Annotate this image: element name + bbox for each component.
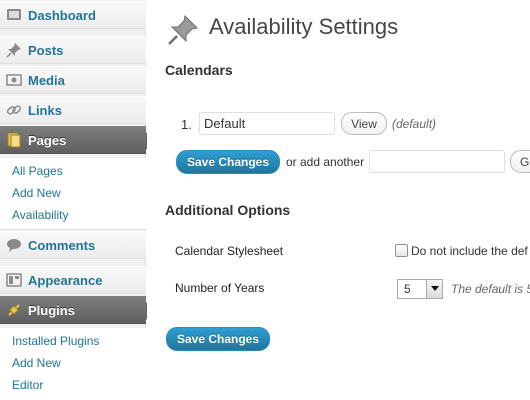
stylesheet-checkbox[interactable] <box>395 244 408 257</box>
menu-links-label: Links <box>28 102 62 118</box>
save-changes-button-bottom[interactable]: Save Changes <box>166 327 270 351</box>
submenu-installed-plugins[interactable]: Installed Plugins <box>0 330 146 352</box>
calendar-number: 1. <box>181 117 192 132</box>
go-button[interactable]: G <box>510 150 530 173</box>
additional-options-heading: Additional Options <box>165 202 291 218</box>
menu-posts[interactable]: Posts <box>0 36 146 64</box>
menu-appearance-label: Appearance <box>28 272 103 288</box>
main-content: Availability Settings Calendars 1. View … <box>147 0 530 400</box>
menu-dashboard-label: Dashboard <box>28 7 96 23</box>
chevron-down-icon <box>426 280 442 298</box>
media-icon <box>6 72 22 88</box>
default-note: (default) <box>392 117 437 131</box>
appearance-icon <box>6 272 22 288</box>
pushpin-icon <box>167 14 199 46</box>
years-label: Number of Years <box>175 281 265 295</box>
menu-plugins-label: Plugins <box>28 302 75 318</box>
save-changes-button[interactable]: Save Changes <box>176 150 280 174</box>
dashboard-icon <box>6 7 22 23</box>
stylesheet-checkbox-text: Do not include the def <box>411 244 528 258</box>
menu-pages-label: Pages <box>28 132 67 148</box>
menu-comments[interactable]: Comments <box>0 231 146 259</box>
menu-appearance[interactable]: Appearance <box>0 266 146 294</box>
submenu-availability[interactable]: Availability <box>0 204 146 226</box>
comment-icon <box>6 237 22 253</box>
submenu-add-new-plugin[interactable]: Add New <box>0 352 146 374</box>
admin-sidebar: Dashboard Posts Media Links Pages All Pa… <box>0 0 154 400</box>
stylesheet-label: Calendar Stylesheet <box>175 244 284 258</box>
pushpin-icon <box>6 42 22 58</box>
menu-posts-label: Posts <box>28 42 64 58</box>
menu-plugins[interactable]: Plugins <box>0 296 154 324</box>
years-select-value: 5 <box>404 282 411 296</box>
pages-icon <box>6 132 22 148</box>
link-icon <box>6 102 22 118</box>
pages-submenu: All Pages Add New Availability <box>0 158 146 230</box>
submenu-add-new-page[interactable]: Add New <box>0 182 146 204</box>
menu-media-label: Media <box>28 72 65 88</box>
calendar-name-input[interactable] <box>199 112 335 135</box>
menu-comments-label: Comments <box>28 237 96 253</box>
plugins-submenu: Installed Plugins Add New Editor <box>0 328 146 400</box>
add-another-text: or add another <box>286 155 365 169</box>
page-title: Availability Settings <box>209 14 399 39</box>
years-note: The default is 5 <box>451 282 530 296</box>
add-calendar-input[interactable] <box>369 150 505 173</box>
menu-links[interactable]: Links <box>0 96 146 124</box>
view-button[interactable]: View <box>341 112 387 135</box>
calendars-heading: Calendars <box>165 62 233 78</box>
submenu-editor[interactable]: Editor <box>0 374 146 396</box>
menu-dashboard[interactable]: Dashboard <box>0 1 146 29</box>
submenu-all-pages[interactable]: All Pages <box>0 160 146 182</box>
menu-media[interactable]: Media <box>0 66 146 94</box>
menu-pages[interactable]: Pages <box>0 126 154 154</box>
years-select[interactable]: 5 <box>397 279 443 299</box>
plugin-icon <box>6 302 22 318</box>
